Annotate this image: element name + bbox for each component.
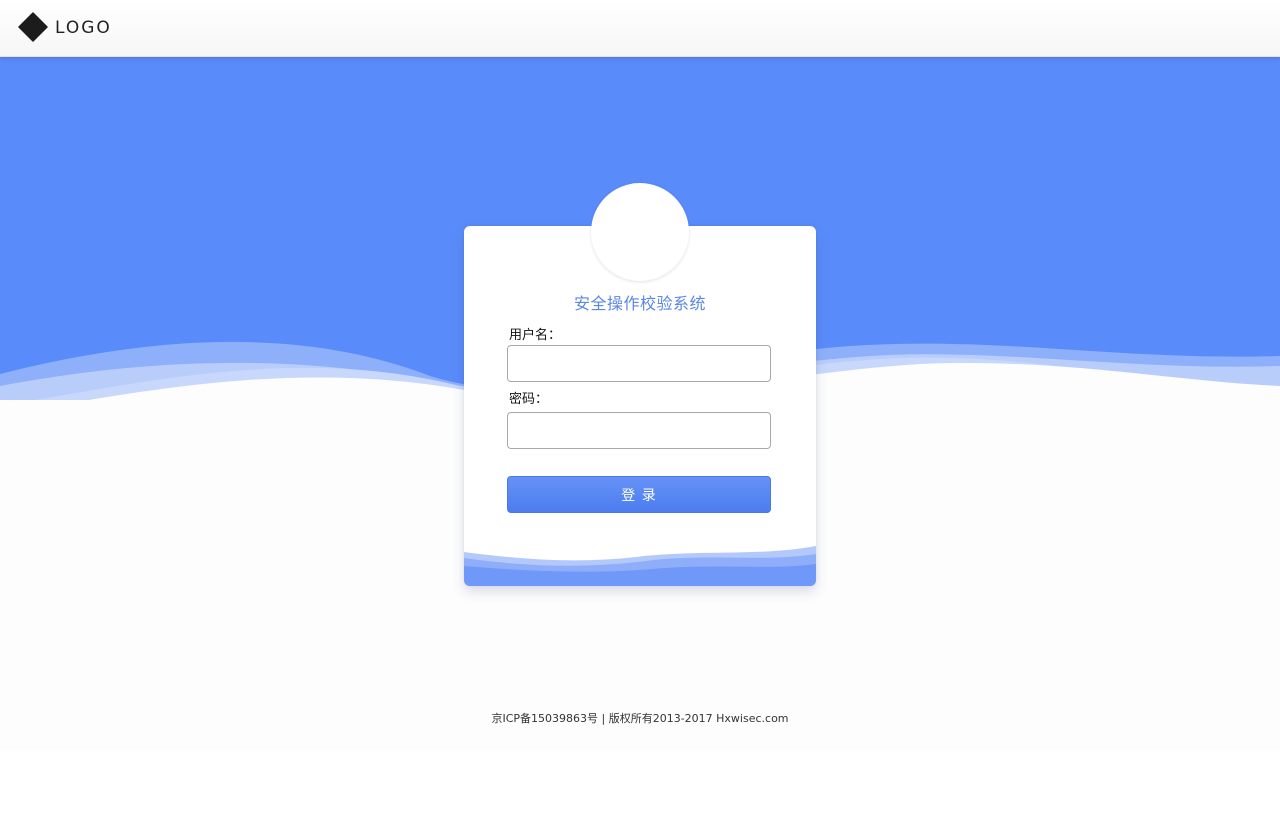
top-header: LOGO bbox=[0, 0, 1280, 57]
username-label: 用户名： bbox=[509, 328, 562, 343]
footer-copyright: 京ICP备15039863号 | 版权所有2013-2017 Hxwisec.c… bbox=[491, 712, 789, 725]
password-input[interactable] bbox=[507, 412, 771, 449]
avatar-placeholder bbox=[591, 183, 689, 281]
password-label: 密码： bbox=[509, 392, 549, 407]
card-wave-decoration bbox=[464, 546, 816, 586]
login-button[interactable]: 登 录 bbox=[507, 476, 771, 513]
logo-text: LOGO bbox=[55, 18, 112, 38]
login-page: LOGO 安全操作校验系统 用户名： 密码： 登 录 京ICP备15039863… bbox=[0, 0, 1280, 836]
username-input[interactable] bbox=[507, 345, 771, 382]
diamond-logo-icon bbox=[18, 12, 48, 42]
system-title: 安全操作校验系统 bbox=[573, 294, 706, 313]
